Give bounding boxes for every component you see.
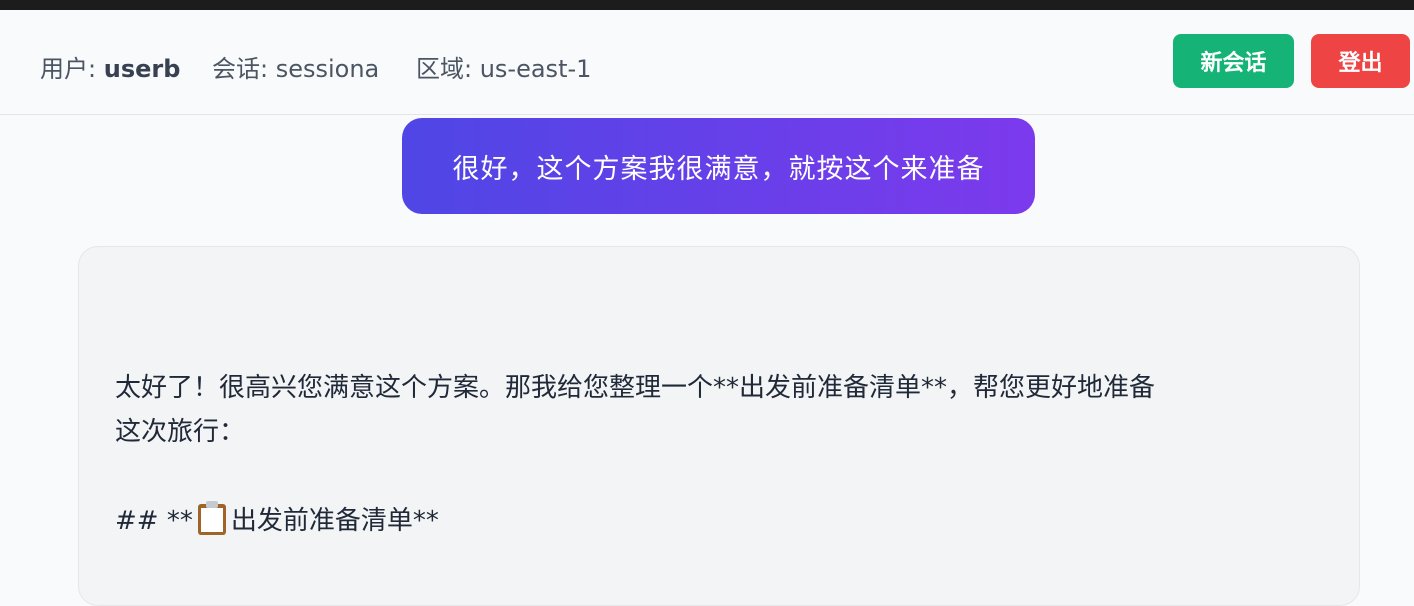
user-info: 用户: userb <box>40 54 180 84</box>
clipboard-icon <box>197 501 227 535</box>
window-top-bar <box>0 0 1414 10</box>
heading-prefix: ## ** <box>115 506 193 536</box>
username: userb <box>103 55 181 83</box>
user-message-bubble: 很好，这个方案我很满意，就按这个来准备 <box>402 118 1035 214</box>
logout-button[interactable]: 登出 <box>1311 34 1410 88</box>
heading-text: 出发前准备清单** <box>230 506 439 536</box>
assistant-line-1: 太好了！很高兴您满意这个方案。那我给您整理一个**出发前准备清单**，帮您更好地… <box>115 373 1156 403</box>
assistant-line-2: 这次旅行： <box>115 417 246 447</box>
assistant-message-card: 太好了！很高兴您满意这个方案。那我给您整理一个**出发前准备清单**，帮您更好地… <box>78 246 1360 606</box>
session-info: 会话: sessiona <box>212 55 380 83</box>
region-info: 区域: us-east-1 <box>416 55 592 83</box>
user-message-text: 很好，这个方案我很满意，就按这个来准备 <box>452 153 985 185</box>
new-session-button[interactable]: 新会话 <box>1173 34 1294 88</box>
user-label: 用户: <box>40 55 97 83</box>
app-header: 用户: userb 会话: sessiona 区域: us-east-1 新会话… <box>0 10 1414 115</box>
assistant-heading-line: ## ** 出发前准备清单** <box>115 499 439 543</box>
